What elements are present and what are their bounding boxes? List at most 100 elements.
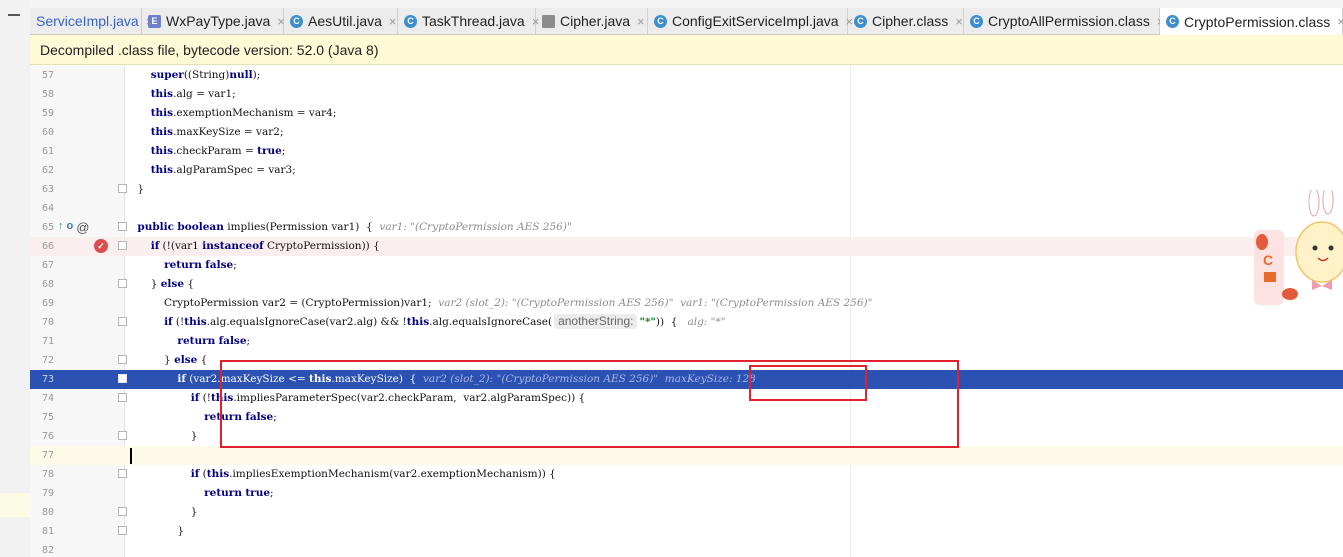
- code-text: return true;: [124, 484, 273, 503]
- breakpoint-icon[interactable]: ✓: [94, 239, 108, 253]
- keyword-token: false: [205, 259, 234, 271]
- code-text: super((String)null);: [124, 66, 261, 85]
- editor-tab-label: AesUtil.java: [308, 13, 382, 29]
- close-tab-icon[interactable]: ×: [637, 14, 645, 29]
- code-line[interactable]: 76 }: [30, 427, 1343, 446]
- code-token: )) {: [655, 316, 688, 328]
- gutter-icons: ↑ o @: [58, 220, 89, 235]
- editor-tab[interactable]: C Cipher.class ×: [848, 8, 964, 34]
- keyword-token: return: [204, 411, 242, 423]
- keyword-token: true: [257, 145, 282, 157]
- line-number: 80: [41, 507, 54, 518]
- keyword-token: public: [137, 221, 175, 233]
- editor-tab-label: Cipher.class: [872, 13, 949, 29]
- code-token: (!: [172, 316, 185, 328]
- keyword-token: if: [190, 392, 200, 404]
- code-text: if (var2.maxKeySize <= this.maxKeySize) …: [124, 370, 755, 389]
- editor-tab-label: CryptoPermission.class: [1184, 13, 1331, 30]
- code-line[interactable]: 70 if (!this.alg.equalsIgnoreCase(var2.a…: [30, 313, 1343, 332]
- code-line[interactable]: 77: [30, 446, 1343, 465]
- keyword-token: return: [204, 487, 242, 499]
- line-number: 78: [41, 469, 54, 480]
- code-line[interactable]: 59 this.exemptionMechanism = var4;: [30, 104, 1343, 123]
- editor-tab[interactable]: C CryptoPermission.class ×: [1160, 8, 1343, 35]
- code-token: .checkParam =: [173, 145, 258, 157]
- class-file-icon: C: [1166, 15, 1179, 28]
- code-line[interactable]: 72 } else {: [30, 351, 1343, 370]
- editor-tab[interactable]: CCryptoAllPermission.class×: [964, 8, 1164, 34]
- class-file-icon: C: [654, 14, 667, 28]
- code-line[interactable]: 71 return false;: [30, 332, 1343, 351]
- code-line[interactable]: 63 }: [30, 180, 1343, 199]
- editor-tab[interactable]: C AesUtil.java ×: [284, 8, 398, 34]
- keyword-token: this: [150, 126, 174, 138]
- code-line[interactable]: 79 return true;: [30, 484, 1343, 503]
- close-tab-icon[interactable]: ×: [955, 14, 963, 29]
- code-token: }: [124, 525, 185, 537]
- collapse-icon[interactable]: [8, 14, 20, 16]
- code-line[interactable]: 80 }: [30, 503, 1343, 522]
- override-icon[interactable]: o: [67, 220, 74, 235]
- code-token: .alg = var1;: [173, 88, 236, 100]
- class-file-icon: C: [854, 14, 867, 28]
- code-token: (var2.maxKeySize <=: [185, 373, 309, 385]
- code-line[interactable]: 60 this.maxKeySize = var2;: [30, 123, 1343, 142]
- editor-tab[interactable]: E WxPayType.java ×: [142, 8, 285, 34]
- code-line[interactable]: 74 if (!this.impliesParameterSpec(var2.c…: [30, 389, 1343, 408]
- code-text: return false;: [124, 332, 250, 351]
- code-token: .algParamSpec = var3;: [173, 164, 296, 176]
- line-number: 73: [41, 374, 54, 385]
- code-line[interactable]: 68 } else {: [30, 275, 1343, 294]
- implements-up-icon[interactable]: ↑: [58, 220, 64, 235]
- editor-tab[interactable]: Cipher.java ×: [536, 8, 648, 34]
- close-tab-icon[interactable]: ×: [1337, 14, 1343, 29]
- code-line[interactable]: 57 super((String)null);: [30, 66, 1343, 85]
- editor-tab[interactable]: C TaskThread.java ×: [398, 8, 539, 34]
- code-text: }: [124, 522, 184, 541]
- line-number: 64: [41, 203, 54, 214]
- code-editor[interactable]: 57 super((String)null); 58 this.alg = var…: [30, 66, 1343, 557]
- code-line[interactable]: 73 if (var2.maxKeySize <= this.maxKeySiz…: [30, 370, 1343, 389]
- editor-tab-label: Cipher.java: [560, 13, 631, 29]
- code-token: ;: [281, 145, 286, 157]
- close-tab-icon[interactable]: ×: [389, 14, 397, 29]
- code-text: }: [124, 427, 198, 446]
- line-number: 57: [41, 70, 54, 81]
- editor-tab[interactable]: CServiceImpl.java×: [30, 8, 153, 34]
- code-token: .impliesExemptionMechanism(var2.exemptio…: [229, 468, 556, 480]
- code-token: {: [184, 278, 195, 290]
- line-number: 65: [41, 222, 54, 233]
- code-token: .alg.equalsIgnoreCase(: [429, 316, 553, 328]
- annotation-icon[interactable]: @: [76, 220, 89, 235]
- code-line[interactable]: 67 return false;: [30, 256, 1343, 275]
- code-line[interactable]: 82: [30, 541, 1343, 557]
- inline-debug-value: var1: "(CryptoPermission AES 256)": [379, 221, 572, 233]
- code-line[interactable]: 65 ↑ o @ public boolean implies(Permission …: [30, 218, 1343, 237]
- code-line[interactable]: 58 this.alg = var1;: [30, 85, 1343, 104]
- code-text: return false;: [124, 256, 237, 275]
- editor-tab[interactable]: C ConfigExitServiceImpl.java ×: [648, 8, 853, 34]
- code-line[interactable]: 69 CryptoPermission var2 = (CryptoPermis…: [30, 294, 1343, 313]
- code-line[interactable]: 78 if (this.impliesExemptionMechanism(va…: [30, 465, 1343, 484]
- line-number: 74: [41, 393, 54, 404]
- code-line[interactable]: 81 }: [30, 522, 1343, 541]
- line-number: 66: [41, 241, 54, 252]
- top-strip: [30, 0, 1343, 8]
- line-number: 76: [41, 431, 54, 442]
- code-line[interactable]: 75 return false;: [30, 408, 1343, 427]
- code-line[interactable]: 64: [30, 199, 1343, 218]
- line-number: 70: [41, 317, 54, 328]
- editor-tab-label: CryptoAllPermission.class: [988, 13, 1150, 29]
- keyword-token: this: [206, 468, 230, 480]
- code-text: if (!(var1 instanceof CryptoPermission))…: [124, 237, 380, 256]
- code-line[interactable]: 62 this.algParamSpec = var3;: [30, 161, 1343, 180]
- code-line[interactable]: 61 this.checkParam = true;: [30, 142, 1343, 161]
- code-line[interactable]: 66 ✓ if (!(var1 instanceof CryptoPermissi…: [30, 237, 1343, 256]
